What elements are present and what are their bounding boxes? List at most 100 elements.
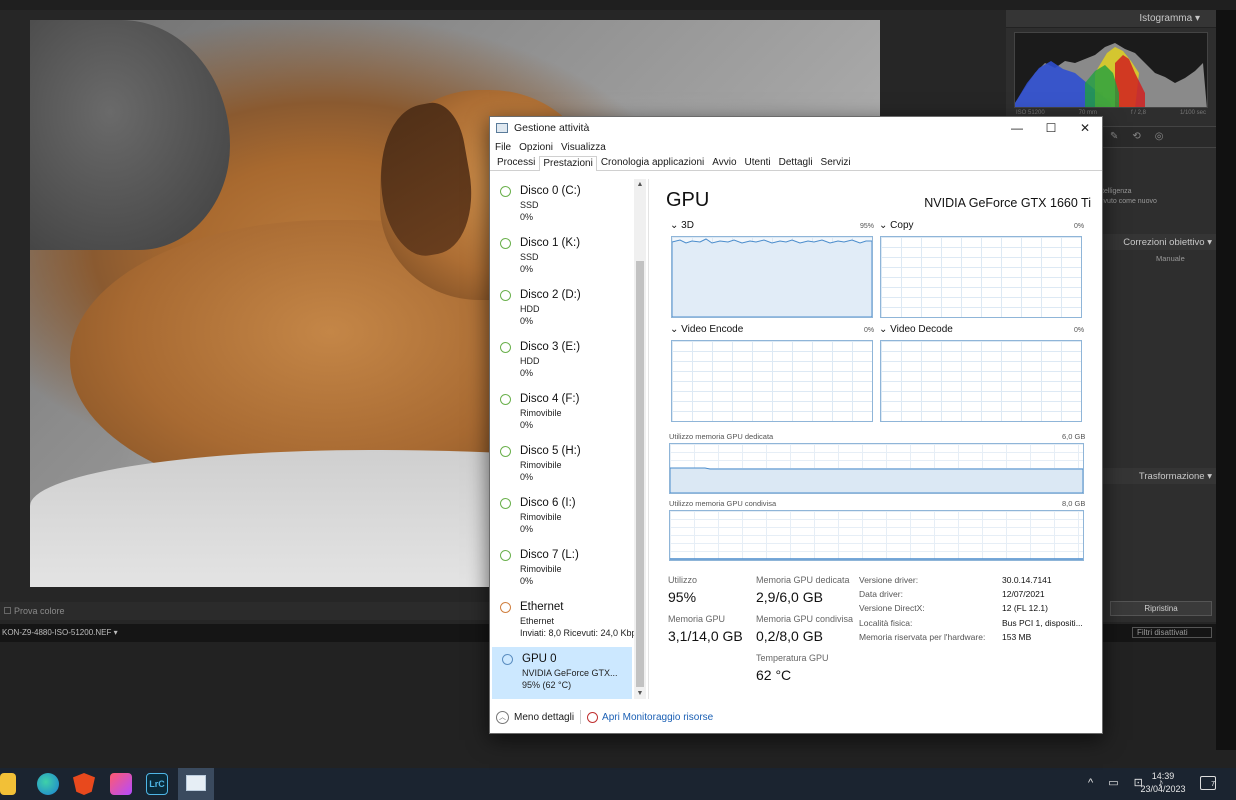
menu-visualizza[interactable]: Visualizza xyxy=(561,142,606,153)
ripristina-button[interactable]: Ripristina xyxy=(1110,601,1212,616)
file-explorer-icon[interactable] xyxy=(0,773,16,795)
footer-separator xyxy=(580,710,582,724)
device-type: Rimovibile xyxy=(520,408,562,418)
dedicated-mem-graph xyxy=(669,443,1084,494)
device-type: HDD xyxy=(520,304,540,314)
engine-decode-graph xyxy=(880,340,1082,422)
snippet-1: telligenza xyxy=(1102,188,1132,195)
gpu-title: GPU xyxy=(666,189,710,211)
scroll-up-icon[interactable]: ▲ xyxy=(634,181,646,188)
status-ring-icon xyxy=(500,342,511,353)
device-name: Disco 2 (D:) xyxy=(520,289,581,301)
manuale-tab[interactable]: Manuale xyxy=(1156,254,1185,263)
clock-time: 14:39 xyxy=(1151,771,1175,781)
list-item-disco-2[interactable]: Disco 2 (D:) HDD 0% xyxy=(490,283,648,335)
panel-divider xyxy=(648,179,649,699)
trasformazione-header[interactable]: Trasformazione ▾ xyxy=(1102,468,1216,484)
device-value: 0% xyxy=(520,264,534,274)
close-button[interactable]: ✕ xyxy=(1068,117,1102,139)
device-type: HDD xyxy=(520,356,540,366)
engine-encode-label[interactable]: ⌄ Video Encode xyxy=(670,324,743,335)
device-name: Disco 3 (E:) xyxy=(520,341,581,353)
correzioni-header[interactable]: Correzioni obiettivo ▾ xyxy=(1102,234,1216,250)
list-item-disco-5[interactable]: Disco 5 (H:) Rimovibile 0% xyxy=(490,439,648,491)
task-manager-window[interactable]: Gestione attività — ☐ ✕ File Opzioni Vis… xyxy=(489,116,1103,734)
engine-copy-graph xyxy=(880,236,1082,318)
engine-3d-label[interactable]: ⌄ 3D xyxy=(670,220,694,231)
gpu-model: NVIDIA GeForce GTX 1660 Ti xyxy=(924,196,1091,210)
chevron-up-icon[interactable]: ︿ xyxy=(496,710,509,724)
shared-mem-graph xyxy=(669,510,1084,561)
scroll-down-icon[interactable]: ▼ xyxy=(634,690,646,697)
histogram-header[interactable]: Istogramma ▾ xyxy=(1006,10,1216,28)
temp-label: Temperatura GPU xyxy=(756,653,829,663)
dedicated-mem-max: 6,0 GB xyxy=(1062,432,1086,441)
device-value: 95% (62 °C) xyxy=(522,680,572,690)
device-list-scrollbar[interactable]: ▲ ▼ xyxy=(634,179,646,699)
clock[interactable]: 14:39 23/04/2023 xyxy=(1140,771,1186,794)
tab-dettagli[interactable]: Dettagli xyxy=(775,155,817,170)
list-item-gpu-0[interactable]: GPU 0 NVIDIA GeForce GTX... 95% (62 °C) xyxy=(492,647,632,699)
minimize-button[interactable]: — xyxy=(1000,117,1034,139)
maximize-button[interactable]: ☐ xyxy=(1034,117,1068,139)
desktop: Prova colore KON-Z9-4880-ISO-51200.NEF ▾… xyxy=(0,0,1236,800)
engine-decode-pct: 0% xyxy=(1074,327,1085,334)
tab-cronologia[interactable]: Cronologia applicazioni xyxy=(597,155,708,170)
mem-ded-value: 2,9/6,0 GB xyxy=(756,589,823,605)
engine-copy-label[interactable]: ⌄ Copy xyxy=(879,220,914,231)
temp-value: 62 °C xyxy=(756,667,792,683)
list-item-disco-0[interactable]: Disco 0 (C:) SSD 0% xyxy=(490,179,648,231)
tab-prestazioni[interactable]: Prestazioni xyxy=(539,156,597,171)
status-ring-icon xyxy=(500,446,511,457)
title-bar[interactable]: Gestione attività — ☐ ✕ xyxy=(490,117,1102,139)
engine-decode-name: Video Decode xyxy=(890,324,953,335)
info-value: 12/07/2021 xyxy=(1002,589,1045,599)
chevron-down-icon: ⌄ xyxy=(879,324,888,335)
aperture-value: f / 2,8 xyxy=(1130,110,1146,116)
info-value: 30.0.14.7141 xyxy=(1002,575,1052,585)
info-value: Bus PCI 1, dispositi... xyxy=(1002,618,1083,628)
resource-monitor-link[interactable]: Apri Monitoraggio risorse xyxy=(602,712,713,723)
creative-cloud-icon[interactable] xyxy=(110,773,132,795)
engine-3d-name: 3D xyxy=(681,220,694,231)
brave-icon[interactable] xyxy=(73,773,95,795)
notification-icon[interactable]: 7 xyxy=(1200,776,1216,790)
list-item-disco-1[interactable]: Disco 1 (K:) SSD 0% xyxy=(490,231,648,283)
footer-bar: ︿ Meno dettagli Apri Monitoraggio risors… xyxy=(490,701,1102,733)
device-value: 0% xyxy=(520,524,534,534)
lightroom-scrollbar[interactable] xyxy=(1216,10,1236,750)
histogram xyxy=(1014,32,1208,108)
prova-colore-checkbox[interactable] xyxy=(4,607,11,614)
list-item-disco-4[interactable]: Disco 4 (F:) Rimovibile 0% xyxy=(490,387,648,439)
filename-label[interactable]: KON-Z9-4880-ISO-51200.NEF xyxy=(2,628,111,637)
mem-ded-label: Memoria GPU dedicata xyxy=(756,575,850,585)
tab-avvio[interactable]: Avvio xyxy=(708,155,740,170)
shared-mem-label: Utilizzo memoria GPU condivisa xyxy=(669,499,777,508)
less-details-link[interactable]: Meno dettagli xyxy=(514,712,574,723)
tab-processi[interactable]: Processi xyxy=(493,155,539,170)
device-name: Disco 5 (H:) xyxy=(520,445,581,457)
menu-file[interactable]: File xyxy=(495,142,511,153)
menu-opzioni[interactable]: Opzioni xyxy=(519,142,553,153)
device-value: 0% xyxy=(520,472,534,482)
mem-cond-value: 0,2/8,0 GB xyxy=(756,628,823,644)
device-value: 0% xyxy=(520,316,534,326)
info-key: Versione DirectX: xyxy=(859,603,925,613)
filter-select[interactable]: Filtri disattivati xyxy=(1132,627,1212,638)
status-ring-icon xyxy=(500,290,511,301)
lightroom-classic-icon[interactable]: LrC xyxy=(146,773,168,795)
status-ring-icon xyxy=(500,186,511,197)
scroll-thumb[interactable] xyxy=(636,261,644,687)
mem-gpu-value: 3,1/14,0 GB xyxy=(668,628,743,644)
list-item-disco-7[interactable]: Disco 7 (L:) Rimovibile 0% xyxy=(490,543,648,595)
list-item-ethernet[interactable]: Ethernet Ethernet Inviati: 8,0 Ricevuti: 2… xyxy=(490,595,648,647)
engine-decode-label[interactable]: ⌄ Video Decode xyxy=(879,324,953,335)
dropdown-arrow-icon[interactable]: ▾ xyxy=(114,628,118,637)
tab-servizi[interactable]: Servizi xyxy=(817,155,855,170)
edge-icon[interactable] xyxy=(37,773,59,795)
device-name: Disco 1 (K:) xyxy=(520,237,581,249)
list-item-disco-6[interactable]: Disco 6 (I:) Rimovibile 0% xyxy=(490,491,648,543)
task-manager-taskbar-button[interactable] xyxy=(178,768,214,800)
tab-utenti[interactable]: Utenti xyxy=(741,155,775,170)
list-item-disco-3[interactable]: Disco 3 (E:) HDD 0% xyxy=(490,335,648,387)
